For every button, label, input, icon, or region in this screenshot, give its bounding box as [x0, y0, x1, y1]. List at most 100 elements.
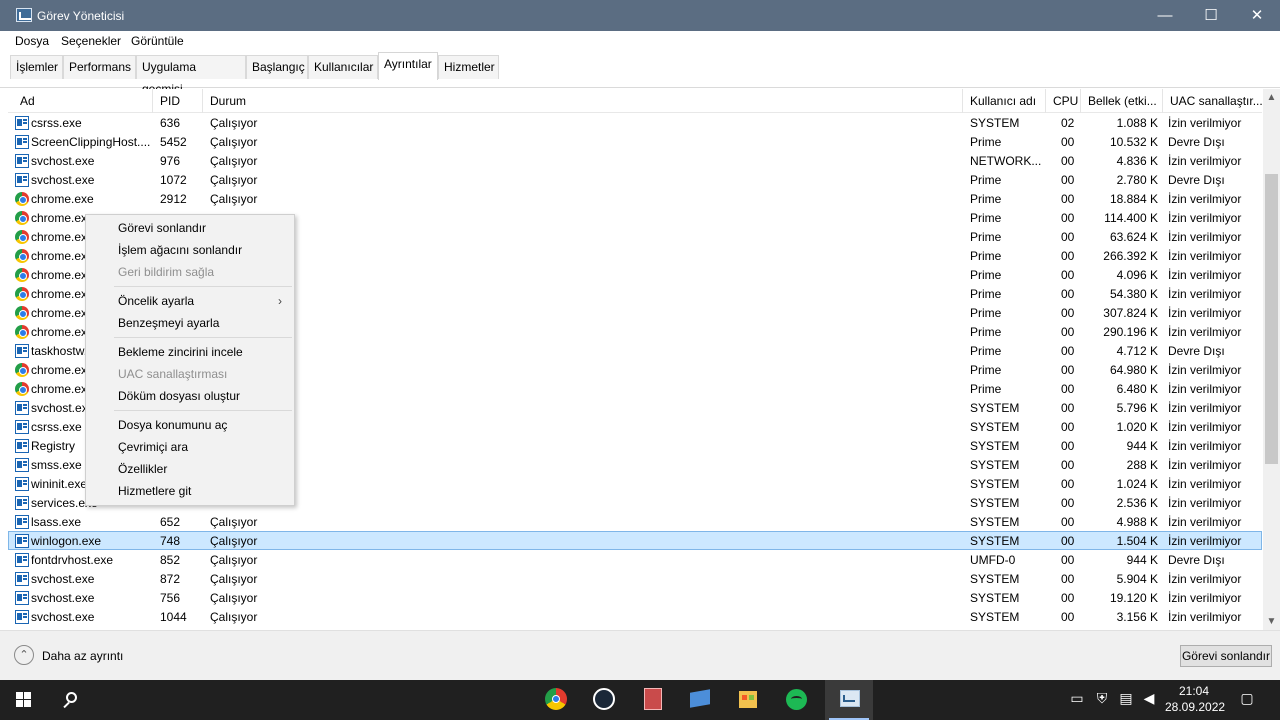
table-row[interactable]: lsass.exe 652 Çalışıyor SYSTEM 00 4.988 K İzin…: [8, 512, 1262, 531]
menu-item-label: Döküm dosyası oluştur: [118, 389, 241, 403]
tray-battery-icon[interactable]: ▭: [1068, 689, 1086, 707]
cell-uac: Devre Dışı: [1168, 173, 1225, 187]
cell-user: Prime: [970, 192, 1002, 206]
cell-name: ScreenClippingHost....: [31, 135, 151, 149]
task-manager-icon[interactable]: [825, 680, 873, 720]
menu-item[interactable]: Hizmetlere git: [87, 480, 294, 502]
cell-cpu: 00: [1061, 515, 1075, 529]
table-row[interactable]: svchost.exe 976 Çalışıyor NETWORK... 00 4.836…: [8, 151, 1262, 170]
cell-memory: 944 K: [1126, 439, 1158, 453]
cell-user: Prime: [970, 249, 1002, 263]
column-pid[interactable]: PID: [153, 89, 203, 113]
scrollbar-thumb[interactable]: [1265, 174, 1278, 464]
menu-item[interactable]: Görevi sonlandır: [87, 217, 294, 239]
table-row[interactable]: chrome.exe 2912 Çalışıyor Prime 00 18.884 K İz…: [8, 189, 1262, 208]
cell-status: [210, 285, 910, 304]
menu-item-label: Öncelik ayarla: [118, 294, 195, 308]
end-task-button[interactable]: Görevi sonlandır: [1180, 645, 1272, 667]
clock-time: 21:04: [1178, 684, 1210, 698]
menu-item[interactable]: Döküm dosyası oluştur: [87, 385, 294, 407]
scroll-up-icon[interactable]: ▲: [1263, 89, 1280, 106]
table-row[interactable]: csrss.exe 636 Çalışıyor SYSTEM 02 1.088 K İzin…: [8, 113, 1262, 132]
steam-icon[interactable]: [580, 680, 628, 720]
table-row[interactable]: fontdrvhost.exe 852 Çalışıyor UMFD-0 00 944 K…: [8, 550, 1262, 569]
process-icon: [15, 439, 29, 453]
menu-options[interactable]: Seçenekler: [61, 34, 121, 48]
chevron-up-icon[interactable]: ⌃: [14, 645, 34, 665]
scroll-down-icon[interactable]: ▼: [1263, 613, 1280, 630]
column-memory[interactable]: Bellek (etki...: [1081, 89, 1163, 113]
tray-volume-icon[interactable]: ◀: [1140, 689, 1158, 707]
task-manager-icon: [16, 8, 32, 22]
vertical-scrollbar[interactable]: ▲ ▼: [1263, 89, 1280, 630]
menu-view[interactable]: Görüntüle: [131, 34, 184, 48]
cell-status: Çalışıyor: [210, 553, 258, 567]
cell-user: Prime: [970, 306, 1002, 320]
column-name[interactable]: Ad: [8, 89, 153, 113]
table-row[interactable]: svchost.exe 756 Çalışıyor SYSTEM 00 19.120 K İ…: [8, 588, 1262, 607]
cell-status: Çalışıyor: [210, 610, 258, 624]
tab-processes[interactable]: İşlemler: [10, 55, 63, 79]
menu-item[interactable]: Bekleme zincirini incele: [87, 341, 294, 363]
tab-details[interactable]: Ayrıntılar: [378, 52, 438, 80]
menu-item[interactable]: Çevrimiçi ara: [87, 436, 294, 458]
cell-memory: 944 K: [1126, 553, 1158, 567]
clock[interactable]: 21:04 28.09.2022: [1165, 683, 1225, 715]
column-status[interactable]: Durum: [203, 89, 963, 113]
menu-item[interactable]: Özellikler: [87, 458, 294, 480]
cell-uac: Devre Dışı: [1168, 135, 1225, 149]
menu-item[interactable]: Benzeşmeyi ayarla: [87, 312, 294, 334]
tab-services[interactable]: Hizmetler: [438, 55, 499, 79]
cell-status: [210, 475, 910, 494]
cell-memory: 1.024 K: [1116, 477, 1158, 491]
tab-app-history[interactable]: Uygulama geçmişi: [136, 55, 246, 96]
cell-memory: 54.380 K: [1109, 287, 1158, 301]
cell-memory: 307.824 K: [1103, 306, 1158, 320]
close-button[interactable]: ✕: [1234, 0, 1280, 31]
menu-item[interactable]: Dosya konumunu aç: [87, 414, 294, 436]
menu-separator: [114, 337, 292, 338]
table-row[interactable]: svchost.exe 1072 Çalışıyor Prime 00 2.780 K De…: [8, 170, 1262, 189]
maximize-button[interactable]: ☐: [1188, 0, 1234, 31]
menu-item[interactable]: Öncelik ayarla ›: [87, 290, 294, 312]
table-row[interactable]: winlogon.exe 748 Çalışıyor SYSTEM 00 1.504 K İ…: [8, 531, 1262, 550]
cell-cpu: 00: [1061, 553, 1075, 567]
spotify-icon[interactable]: [772, 680, 820, 720]
column-uac[interactable]: UAC sanallaştır...: [1163, 89, 1262, 113]
menu-file[interactable]: Dosya: [15, 34, 49, 48]
search-icon[interactable]: [48, 680, 96, 720]
windows-start-icon[interactable]: [0, 680, 48, 720]
chrome-icon: [15, 325, 29, 339]
cell-cpu: 00: [1061, 325, 1075, 339]
chrome-icon[interactable]: [532, 680, 580, 720]
table-row[interactable]: svchost.exe 872 Çalışıyor SYSTEM 00 5.904 K İz…: [8, 569, 1262, 588]
fewer-details-link[interactable]: Daha az ayrıntı: [42, 649, 123, 663]
table-row[interactable]: svchost.exe 1044 Çalışıyor SYSTEM 00 3.156 K İ…: [8, 607, 1262, 626]
tray-shield-icon[interactable]: ⛨: [1093, 689, 1111, 707]
tab-performance[interactable]: Performans: [63, 55, 136, 79]
tab-users[interactable]: Kullanıcılar: [308, 55, 378, 79]
store-icon[interactable]: [724, 680, 772, 720]
cell-memory: 4.096 K: [1116, 268, 1158, 282]
cell-cpu: 00: [1061, 458, 1075, 472]
column-cpu[interactable]: CPU: [1046, 89, 1081, 113]
cell-cpu: 00: [1061, 344, 1075, 358]
cell-memory: 290.196 K: [1103, 325, 1158, 339]
menu-item[interactable]: İşlem ağacını sonlandır: [87, 239, 294, 261]
table-row[interactable]: ScreenClippingHost.... 5452 Çalışıyor Prime…: [8, 132, 1262, 151]
tray-network-icon[interactable]: ▤: [1117, 689, 1135, 707]
chevron-right-icon: ›: [278, 294, 282, 308]
tab-startup[interactable]: Başlangıç: [246, 55, 308, 79]
cell-status: [210, 418, 910, 437]
column-user[interactable]: Kullanıcı adı: [963, 89, 1046, 113]
minimize-button[interactable]: —: [1142, 0, 1188, 31]
folder-icon[interactable]: [676, 680, 724, 720]
notifications-icon[interactable]: ▢: [1238, 689, 1256, 707]
cell-cpu: 00: [1061, 154, 1075, 168]
cell-cpu: 00: [1061, 496, 1075, 510]
cell-user: Prime: [970, 173, 1002, 187]
app-icon[interactable]: [628, 680, 676, 720]
cell-memory: 1.020 K: [1116, 420, 1158, 434]
cell-status: [210, 380, 910, 399]
cell-status: Çalışıyor: [210, 591, 258, 605]
